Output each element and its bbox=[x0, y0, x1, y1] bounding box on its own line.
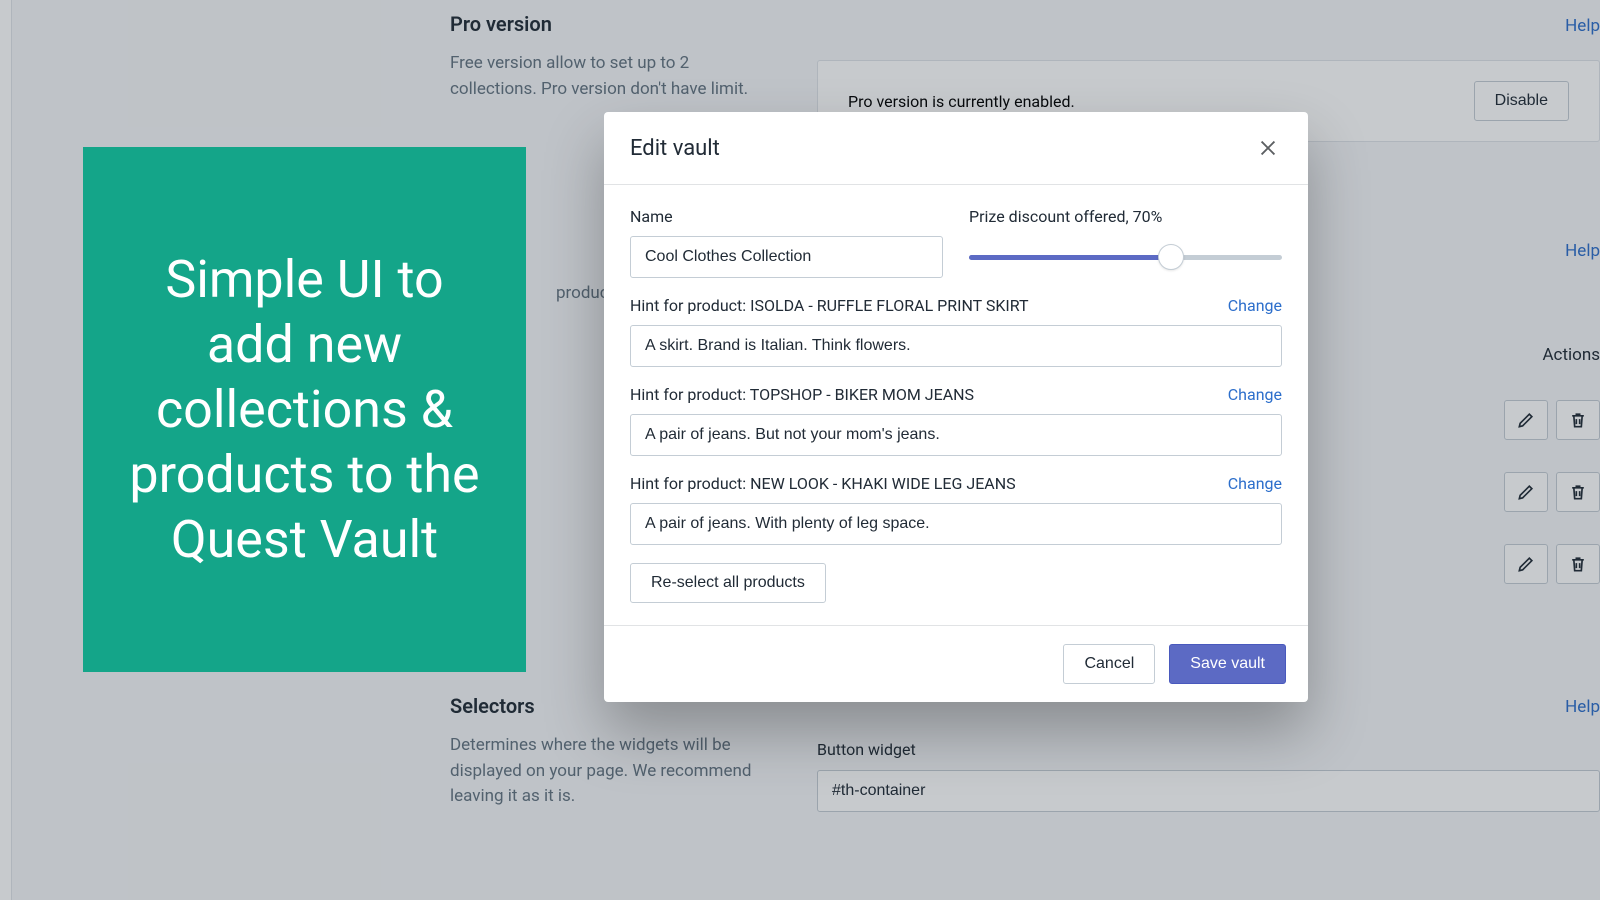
callout-text: Simple UI to add new collections & produ… bbox=[123, 247, 486, 572]
slider-thumb[interactable] bbox=[1158, 244, 1184, 270]
close-button[interactable] bbox=[1254, 134, 1282, 162]
modal-header: Edit vault bbox=[604, 112, 1308, 185]
edit-vault-modal: Edit vault Name Prize discount offered, … bbox=[604, 112, 1308, 702]
cancel-button[interactable]: Cancel bbox=[1063, 644, 1155, 684]
hint-input-2[interactable] bbox=[630, 503, 1282, 545]
modal-title: Edit vault bbox=[630, 136, 720, 161]
modal-body: Name Prize discount offered, 70% Hint fo… bbox=[604, 185, 1308, 625]
hint-block-1: Hint for product: TOPSHOP - BIKER MOM JE… bbox=[630, 385, 1282, 456]
slider-track bbox=[969, 255, 1282, 260]
change-link[interactable]: Change bbox=[1228, 385, 1282, 404]
hint-label: Hint for product: TOPSHOP - BIKER MOM JE… bbox=[630, 385, 974, 404]
hint-label: Hint for product: NEW LOOK - KHAKI WIDE … bbox=[630, 474, 1016, 493]
modal-footer: Cancel Save vault bbox=[604, 625, 1308, 702]
vault-name-input[interactable] bbox=[630, 236, 943, 278]
reselect-products-button[interactable]: Re-select all products bbox=[630, 563, 826, 603]
save-vault-button[interactable]: Save vault bbox=[1169, 644, 1286, 684]
hint-input-0[interactable] bbox=[630, 325, 1282, 367]
hint-block-2: Hint for product: NEW LOOK - KHAKI WIDE … bbox=[630, 474, 1282, 545]
change-link[interactable]: Change bbox=[1228, 474, 1282, 493]
hint-input-1[interactable] bbox=[630, 414, 1282, 456]
change-link[interactable]: Change bbox=[1228, 296, 1282, 315]
settings-page: Help Help Help Pro version Free version … bbox=[0, 0, 1600, 900]
slider-fill bbox=[969, 255, 1171, 260]
discount-label: Prize discount offered, 70% bbox=[969, 207, 1282, 226]
hint-block-0: Hint for product: ISOLDA - RUFFLE FLORAL… bbox=[630, 296, 1282, 367]
close-icon bbox=[1257, 137, 1279, 159]
discount-slider[interactable] bbox=[969, 236, 1282, 278]
name-label: Name bbox=[630, 207, 943, 226]
marketing-callout: Simple UI to add new collections & produ… bbox=[83, 147, 526, 672]
hint-label: Hint for product: ISOLDA - RUFFLE FLORAL… bbox=[630, 296, 1029, 315]
